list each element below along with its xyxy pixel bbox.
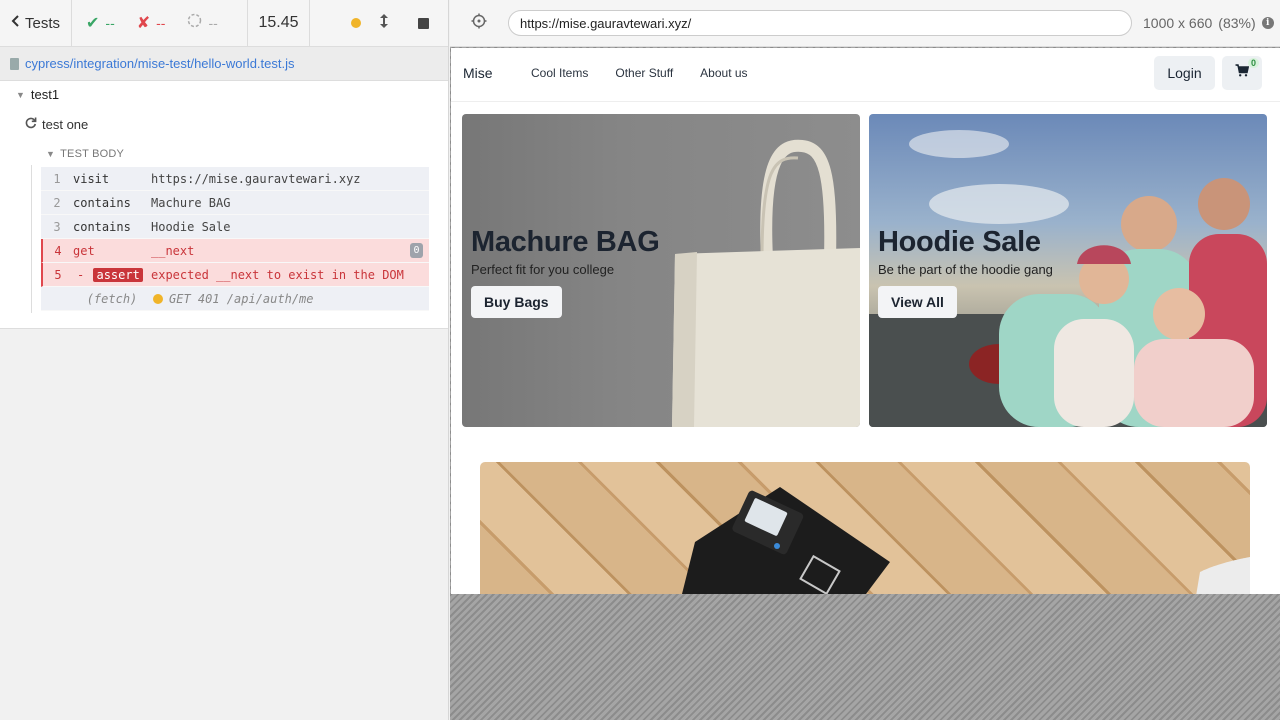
command-row[interactable]: 3 contains Hoodie Sale <box>41 215 429 239</box>
cart-button[interactable]: 0 <box>1222 56 1262 90</box>
arrows-vertical-icon <box>379 13 389 33</box>
auto-scroll-toggle[interactable] <box>370 0 398 47</box>
reporter-panel: Tests ✔ -- ✘ -- -- 15.45 cypress/integra… <box>0 0 449 720</box>
hook-divider-line <box>31 165 32 313</box>
command-number: 3 <box>53 219 61 234</box>
command-message: GET 401 /api/auth/me <box>153 292 314 306</box>
command-row-failed[interactable]: 5 - assert expected __next to exist in t… <box>41 263 429 287</box>
bag-banner: Machure BAG Perfect fit for you college … <box>462 114 860 427</box>
pending-dot-icon <box>153 293 163 304</box>
assert-prefix: - <box>77 267 85 282</box>
banner-title: Machure BAG <box>471 226 660 258</box>
test-body-header[interactable]: ▼ TEST BODY <box>46 148 124 160</box>
command-name: get <box>73 243 95 258</box>
command-row[interactable]: 2 contains Machure BAG <box>41 191 429 215</box>
pending-count: -- <box>208 15 218 31</box>
refresh-icon <box>24 116 37 132</box>
runnable-panel: ▼ test1 test one ▼ TEST BODY 1 visit htt… <box>0 81 448 329</box>
camera-image <box>682 487 1250 594</box>
url-field[interactable]: https://mise.gauravtewari.xyz/ <box>508 10 1132 36</box>
command-name: - assert <box>73 267 151 282</box>
reporter-header: Tests ✔ -- ✘ -- -- 15.45 <box>0 0 448 47</box>
banner-subtitle: Perfect fit for you college <box>471 262 615 277</box>
fetch-message: GET 401 /api/auth/me <box>169 291 314 306</box>
stop-icon <box>417 17 429 29</box>
running-dot-icon <box>351 18 361 28</box>
spec-file-bar: cypress/integration/mise-test/hello-worl… <box>0 47 448 81</box>
app-iframe: Mise Cool Items Other Stuff About us Log… <box>451 48 1280 594</box>
test-stats: ✔ -- ✘ -- -- <box>72 0 248 46</box>
command-message: https://mise.gauravtewari.xyz <box>151 171 361 186</box>
login-button[interactable]: Login <box>1154 56 1215 90</box>
back-label: Tests <box>24 14 60 32</box>
command-message: Machure BAG <box>151 195 231 210</box>
banner-subtitle: Be the part of the hoodie gang <box>878 262 1053 277</box>
banner-title: Hoodie Sale <box>878 226 1041 258</box>
stop-button[interactable] <box>398 0 448 47</box>
info-icon: i <box>1261 17 1274 29</box>
command-name: contains <box>73 195 131 210</box>
command-number: 2 <box>53 195 61 210</box>
hoodie-banner: Hoodie Sale Be the part of the hoodie ga… <box>869 114 1267 427</box>
failed-stat[interactable]: ✘ -- <box>137 13 166 33</box>
run-controls <box>310 0 448 46</box>
command-number: 4 <box>54 243 62 258</box>
buy-bags-button[interactable]: Buy Bags <box>471 286 562 318</box>
site-brand[interactable]: Mise <box>463 65 493 81</box>
spec-path-link[interactable]: cypress/integration/mise-test/hello-worl… <box>25 56 295 71</box>
run-duration: 15.45 <box>248 0 310 46</box>
back-to-tests-button[interactable]: Tests <box>0 0 72 46</box>
view-all-button[interactable]: View All <box>878 286 957 318</box>
suite-title: test1 <box>30 87 60 102</box>
site-navbar: Mise Cool Items Other Stuff About us Log… <box>451 48 1280 102</box>
test-body-label: TEST BODY <box>60 148 125 160</box>
passed-stat[interactable]: ✔ -- <box>86 13 115 33</box>
camera-banner <box>480 462 1250 594</box>
command-name: contains <box>73 219 131 234</box>
assert-badge: assert <box>93 267 143 282</box>
caret-down-icon: ▼ <box>16 89 25 100</box>
passed-count: -- <box>105 15 115 31</box>
command-name: (fetch) <box>86 291 138 306</box>
crosshair-icon <box>471 13 487 34</box>
command-row-fetch[interactable]: (fetch) GET 401 /api/auth/me <box>41 287 429 311</box>
test-item[interactable]: test one <box>24 116 88 132</box>
failed-count: -- <box>156 15 166 31</box>
caret-down-icon: ▼ <box>46 149 56 159</box>
aut-header: https://mise.gauravtewari.xyz/ 1000 x 66… <box>450 0 1280 47</box>
test-title: test one <box>42 116 89 132</box>
cart-icon <box>1235 64 1250 82</box>
aut-area: https://mise.gauravtewari.xyz/ 1000 x 66… <box>450 0 1280 720</box>
command-row-failed[interactable]: 4 get __next 0 <box>41 239 429 263</box>
running-indicator <box>342 0 370 47</box>
command-number: 1 <box>53 171 61 186</box>
selector-playground-button[interactable] <box>450 13 508 34</box>
command-message: __next <box>151 243 195 258</box>
chevron-left-icon <box>11 14 19 32</box>
element-count-badge: 0 <box>410 243 423 258</box>
viewport-size: 1000 x 660 <box>1143 15 1213 31</box>
suite-item[interactable]: ▼ test1 <box>16 87 59 102</box>
command-row[interactable]: 1 visit https://mise.gauravtewari.xyz <box>41 167 429 191</box>
command-number: 5 <box>54 267 62 282</box>
viewport-info[interactable]: 1000 x 660 (83%) i <box>1143 15 1274 31</box>
command-name: visit <box>73 171 110 186</box>
cart-count-badge: 0 <box>1247 58 1259 68</box>
command-message: Hoodie Sale <box>151 219 231 234</box>
x-icon: ✘ <box>136 15 151 32</box>
command-message: expected __next to exist in the DOM <box>151 267 404 282</box>
nav-link-about-us[interactable]: About us <box>700 66 747 80</box>
pending-circle-icon <box>187 13 202 33</box>
nav-link-cool-items[interactable]: Cool Items <box>531 66 588 80</box>
nav-links: Cool Items Other Stuff About us <box>531 66 748 80</box>
file-icon <box>10 57 19 70</box>
viewport-scale: (83%) <box>1218 15 1256 31</box>
check-icon: ✔ <box>86 15 100 32</box>
command-log: 1 visit https://mise.gauravtewari.xyz 2 … <box>41 167 429 311</box>
pending-stat[interactable]: -- <box>187 13 218 33</box>
nav-link-other-stuff[interactable]: Other Stuff <box>615 66 673 80</box>
